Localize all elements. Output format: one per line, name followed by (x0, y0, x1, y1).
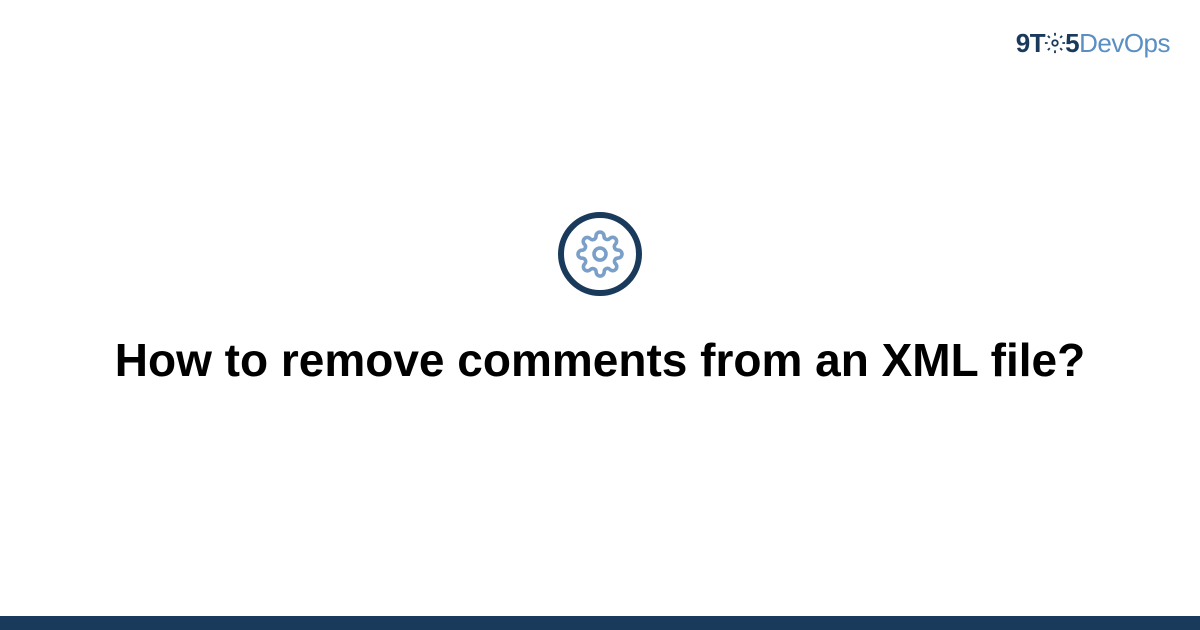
logo-text-9t: 9T (1016, 28, 1045, 58)
logo-text-5: 5 (1065, 28, 1079, 58)
gear-icon (1044, 30, 1066, 52)
footer-accent-bar (0, 616, 1200, 630)
main-content: How to remove comments from an XML file? (0, 212, 1200, 389)
gear-icon (576, 230, 624, 278)
page-title: How to remove comments from an XML file? (0, 332, 1200, 390)
logo-text-devops: DevOps (1079, 28, 1170, 58)
site-logo: 9T 5DevOps (1016, 28, 1170, 59)
gear-icon-circle (558, 212, 642, 296)
